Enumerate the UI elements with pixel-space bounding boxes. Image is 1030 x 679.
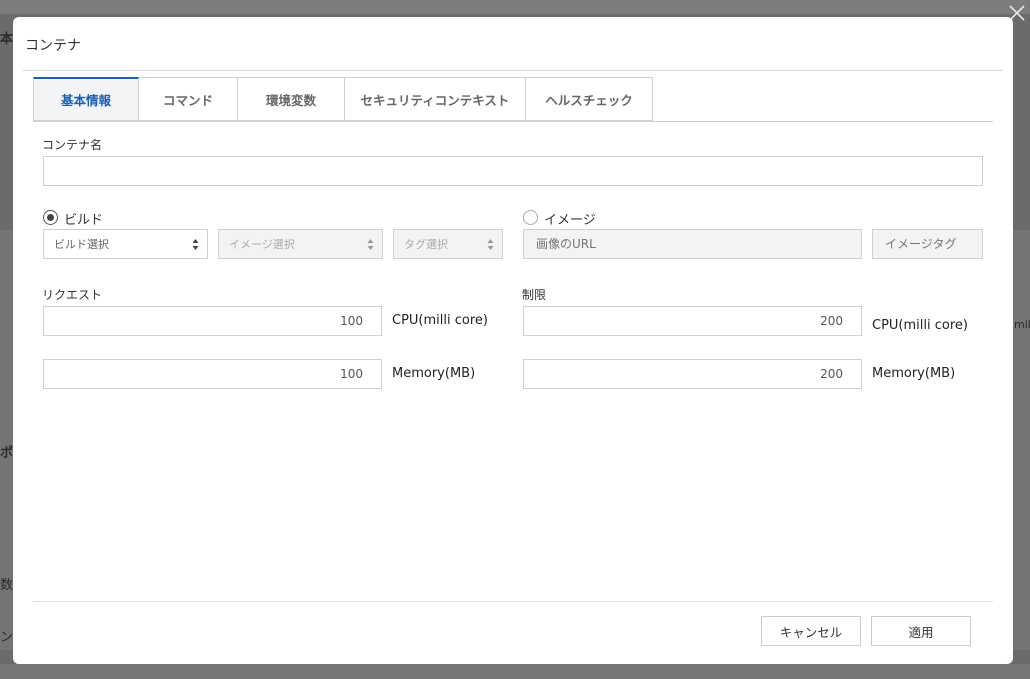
- image-url-input[interactable]: [523, 229, 862, 259]
- image-radio[interactable]: [523, 210, 538, 225]
- bg-fragment: 数: [0, 578, 14, 593]
- bg-right-panel: [1013, 230, 1030, 650]
- bg-fragment: mil: [1014, 318, 1030, 331]
- limit-memory-input[interactable]: [523, 359, 862, 389]
- request-memory-input[interactable]: [43, 359, 382, 389]
- request-label: リクエスト: [42, 288, 103, 302]
- build-select-value: ビルド選択: [54, 238, 109, 251]
- tab-command[interactable]: コマンド: [139, 77, 238, 121]
- limit-cpu-input[interactable]: [523, 306, 862, 336]
- image-select[interactable]: イメージ選択: [218, 229, 383, 259]
- sort-caret-icon: [367, 239, 374, 250]
- container-name-input[interactable]: [43, 156, 983, 186]
- image-select-value: イメージ選択: [229, 238, 295, 251]
- tab-basic-info[interactable]: 基本情報: [33, 77, 139, 121]
- limit-cpu-unit: CPU(milli core): [872, 318, 968, 333]
- limit-label: 制限: [522, 288, 547, 302]
- bg-header-strip: [0, 0, 1030, 14]
- tag-select[interactable]: タグ選択: [393, 229, 503, 259]
- request-cpu-input[interactable]: [43, 306, 382, 336]
- request-cpu-unit: CPU(milli core): [392, 313, 488, 328]
- cancel-button[interactable]: キャンセル: [761, 616, 861, 646]
- title-divider: [23, 70, 1003, 71]
- bg-fragment: 本: [0, 32, 14, 47]
- sort-caret-icon: [487, 239, 494, 250]
- bg-fragment: ポ: [0, 446, 14, 461]
- limit-memory-unit: Memory(MB): [872, 366, 956, 381]
- container-dialog: コンテナ 基本情報 コマンド 環境変数 セキュリティコンテキスト ヘルスチェック…: [13, 17, 1013, 664]
- build-radio-label: ビルド: [64, 213, 104, 228]
- tab-env-vars[interactable]: 環境変数: [238, 77, 345, 121]
- sort-caret-icon: [192, 239, 199, 250]
- tab-health-check[interactable]: ヘルスチェック: [526, 77, 653, 121]
- footer-divider: [33, 601, 993, 602]
- image-tag-input[interactable]: [872, 229, 983, 259]
- container-name-label: コンテナ名: [42, 138, 103, 152]
- bg-fragment: ン: [0, 630, 14, 645]
- apply-button[interactable]: 適用: [871, 616, 971, 646]
- bg-footer-strip: [0, 664, 1030, 679]
- tab-bar: 基本情報 コマンド 環境変数 セキュリティコンテキスト ヘルスチェック: [33, 77, 653, 121]
- image-radio-label: イメージ: [544, 213, 596, 228]
- tag-select-value: タグ選択: [404, 238, 448, 251]
- tab-divider: [33, 121, 993, 122]
- build-radio[interactable]: [43, 210, 58, 225]
- request-memory-unit: Memory(MB): [392, 366, 476, 381]
- tab-security-context[interactable]: セキュリティコンテキスト: [345, 77, 526, 121]
- dialog-title: コンテナ: [25, 38, 81, 54]
- build-select[interactable]: ビルド選択: [43, 229, 208, 259]
